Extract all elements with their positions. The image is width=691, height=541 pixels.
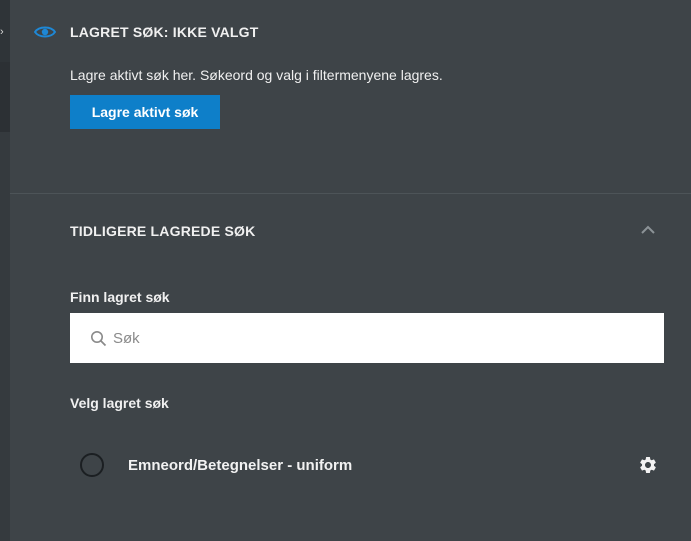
save-active-search-button[interactable]: Lagre aktivt søk [70,95,220,129]
choose-saved-search-label: Velg lagret søk [70,395,169,411]
section-divider [10,193,691,194]
left-strip-middle [0,62,10,132]
previous-searches-title: TIDLIGERE LAGREDE SØK [70,223,256,239]
find-saved-search-label: Finn lagret søk [70,289,170,305]
active-search-title: LAGRET SØK: IKKE VALGT [70,24,259,40]
saved-search-box[interactable] [70,313,664,363]
saved-search-item-label[interactable]: Emneord/Betegnelser - uniform [128,457,352,474]
saved-search-radio[interactable] [80,453,104,477]
chevron-right-icon[interactable]: › [0,27,4,38]
saved-search-item[interactable]: Emneord/Betegnelser - uniform [80,450,670,480]
saved-search-panel: LAGRET SØK: IKKE VALGT Lagre aktivt søk … [10,0,691,541]
active-search-description: Lagre aktivt søk her. Søkeord og valg i … [70,67,443,83]
active-search-header: LAGRET SØK: IKKE VALGT [34,24,258,40]
gear-icon[interactable] [638,455,658,475]
chevron-up-icon[interactable] [639,221,657,239]
saved-search-input[interactable] [111,328,635,348]
left-edge-strip: › [0,0,10,541]
search-icon [91,330,107,346]
eye-icon [34,26,56,38]
